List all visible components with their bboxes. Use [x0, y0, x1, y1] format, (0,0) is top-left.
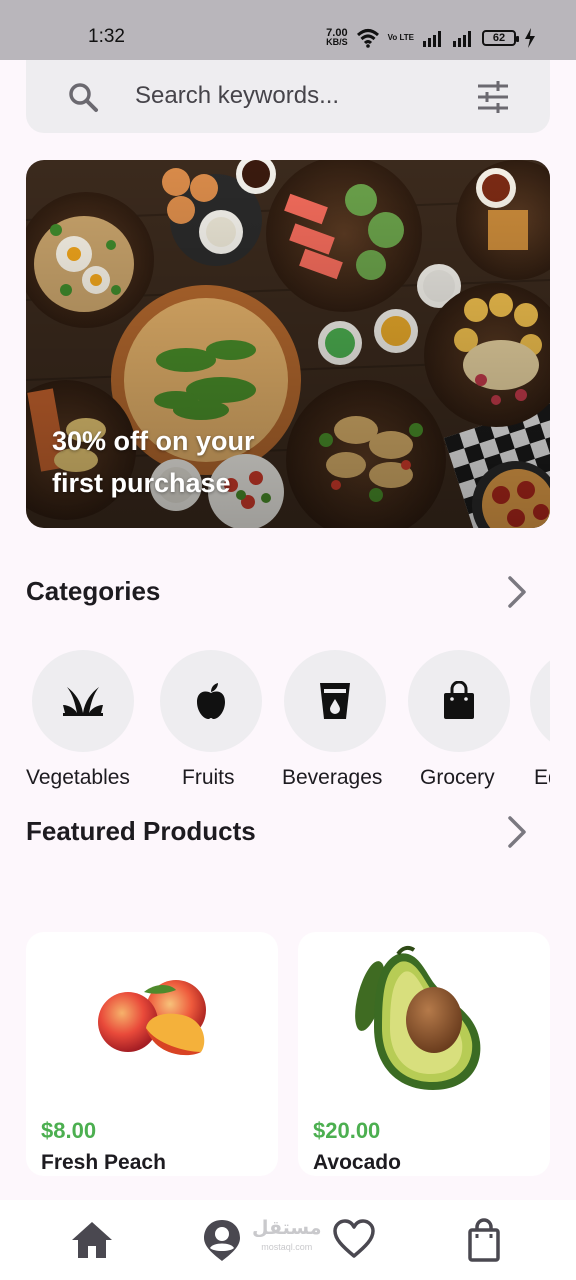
volte-indicator: Vo LTE [387, 33, 414, 42]
category-circle [284, 650, 386, 752]
home-icon[interactable] [70, 1218, 114, 1262]
categories-title: Categories [26, 576, 161, 606]
shopping-bag-icon[interactable] [462, 1218, 506, 1262]
categories-list: Vegetables Fruits Beverages Grocery E [26, 650, 550, 800]
peach-image [98, 980, 206, 1056]
status-bar: 1:32 7.00 KB/S Vo LTE 62 [0, 0, 576, 60]
bottom-navigation: مستقل mostaql.com [0, 1200, 576, 1280]
category-grocery[interactable]: Grocery [402, 650, 522, 800]
promo-banner[interactable]: 30% off on your first purchase [26, 160, 550, 528]
product-name: Avocado [313, 1151, 401, 1174]
watermark-logo: مستقل mostaql.com [252, 1218, 322, 1252]
product-card-peach[interactable]: $8.00 Fresh Peach [26, 932, 278, 1176]
signal-icon-2 [453, 31, 471, 47]
status-time: 1:32 [88, 26, 125, 47]
product-card-avocado[interactable]: $20.00 Avocado [298, 932, 550, 1176]
sprout-icon [63, 687, 103, 716]
category-circle [160, 650, 262, 752]
product-name: Fresh Peach [41, 1151, 166, 1174]
signal-icon [423, 31, 441, 47]
status-icons: 7.00 KB/S Vo LTE 62 [326, 26, 536, 50]
filter-sliders-icon[interactable] [476, 80, 510, 114]
category-circle [530, 650, 550, 752]
network-speed: 7.00 KB/S [326, 27, 348, 47]
category-fruits[interactable]: Fruits [154, 650, 274, 800]
charging-icon [525, 28, 535, 48]
category-label: Fruits [182, 766, 235, 789]
category-label: Grocery [420, 766, 495, 789]
category-vegetables[interactable]: Vegetables [26, 650, 146, 800]
avocado-image [355, 945, 481, 1090]
featured-products-title: Featured Products [26, 816, 256, 846]
product-price: $20.00 [313, 1118, 381, 1143]
drink-cup-icon [320, 683, 350, 719]
category-label: Ed [534, 766, 550, 789]
battery-indicator: 62 [482, 30, 519, 46]
category-circle [408, 650, 510, 752]
banner-headline: 30% off on your first purchase [52, 426, 255, 498]
heart-icon[interactable] [332, 1218, 376, 1262]
search-input[interactable]: Search keywords... [135, 82, 339, 110]
category-label: Beverages [282, 766, 383, 789]
wifi-icon [356, 29, 379, 48]
shopping-bag-icon [444, 681, 474, 719]
search-icon [69, 83, 98, 112]
category-partial[interactable]: Ed [526, 650, 550, 800]
category-label: Vegetables [26, 766, 130, 789]
categories-chevron-right-icon[interactable] [496, 572, 536, 612]
category-beverages[interactable]: Beverages [278, 650, 398, 800]
featured-chevron-right-icon[interactable] [496, 812, 536, 852]
apple-icon [197, 683, 225, 719]
profile-location-icon[interactable] [200, 1218, 244, 1262]
search-bar[interactable]: Search keywords... [26, 60, 550, 133]
product-price: $8.00 [41, 1118, 97, 1143]
category-circle [32, 650, 134, 752]
